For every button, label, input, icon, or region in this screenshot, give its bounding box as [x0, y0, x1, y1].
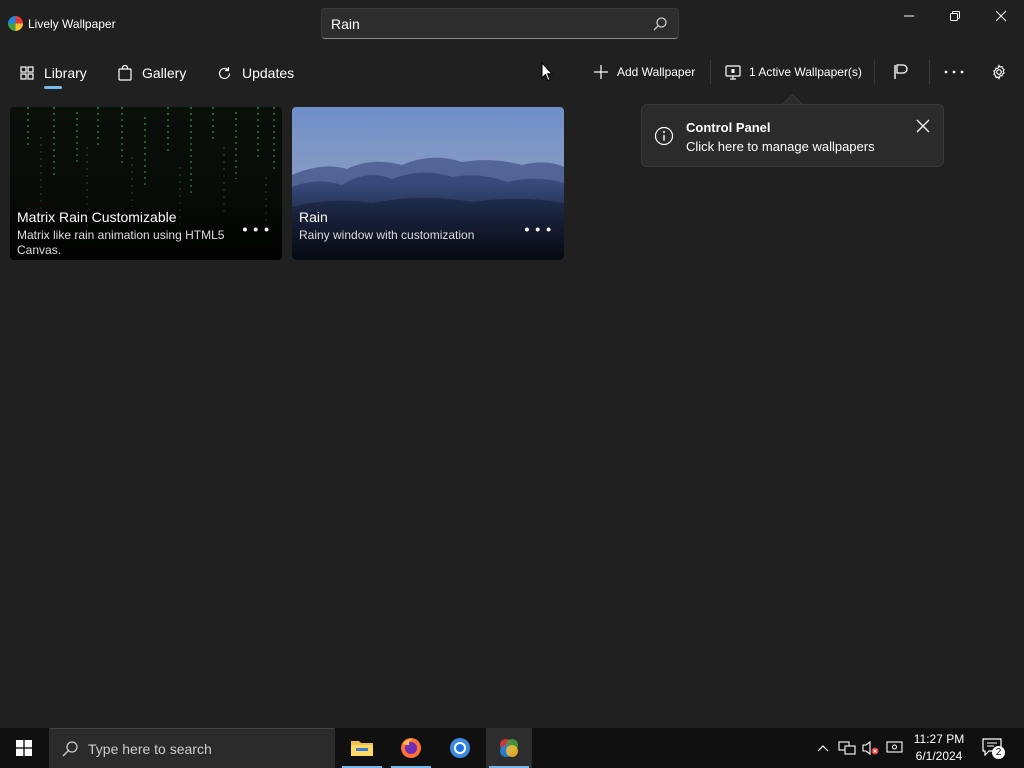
taskbar-firefox[interactable] — [388, 728, 434, 768]
start-button[interactable] — [0, 728, 48, 768]
minimize-button[interactable] — [886, 0, 932, 32]
mouse-cursor-icon — [541, 62, 553, 82]
tab-gallery[interactable]: Gallery — [118, 50, 186, 96]
more-horizontal-icon — [944, 70, 964, 74]
title-bar: Lively Wallpaper — [0, 0, 1024, 48]
restore-button[interactable] — [932, 0, 978, 32]
wallpaper-card-rain[interactable]: Rain Rainy window with customization • •… — [292, 107, 564, 260]
folder-icon — [351, 741, 373, 756]
add-wallpaper-button[interactable]: Add Wallpaper — [593, 50, 695, 94]
active-wallpapers-label: 1 Active Wallpaper(s) — [749, 65, 862, 79]
volume-muted-icon[interactable] — [861, 740, 879, 756]
card-title: Matrix Rain Customizable — [17, 209, 177, 225]
monitor-icon — [725, 64, 741, 80]
wallpaper-card-matrix[interactable]: Matrix Rain Customizable Matrix like rai… — [10, 107, 282, 260]
active-wallpapers-button[interactable]: 1 Active Wallpaper(s) — [725, 50, 862, 94]
firefox-icon — [401, 738, 421, 758]
network-icon[interactable] — [838, 740, 856, 756]
plus-icon — [594, 65, 608, 79]
tab-library[interactable]: Library — [20, 50, 87, 96]
card-more-icon[interactable]: • • • — [525, 221, 552, 237]
search-box[interactable] — [321, 8, 679, 39]
lively-logo-icon — [500, 739, 518, 757]
card-description: Matrix like rain animation using HTML5 C… — [17, 228, 225, 257]
more-options-button[interactable] — [943, 50, 973, 94]
tab-updates-label: Updates — [242, 65, 295, 81]
gear-icon — [993, 64, 1005, 80]
chrome-icon — [450, 738, 470, 758]
selected-tab-indicator — [44, 86, 62, 89]
shopping-bag-icon — [118, 65, 132, 81]
command-separator — [929, 60, 930, 84]
action-center-button[interactable]: 2 — [980, 736, 1006, 762]
add-wallpaper-label: Add Wallpaper — [617, 65, 696, 79]
customize-button[interactable] — [892, 50, 918, 94]
settings-button[interactable] — [991, 50, 1015, 94]
taskbar-search-box[interactable]: Type here to search — [49, 728, 335, 768]
info-icon — [654, 126, 674, 146]
close-icon[interactable] — [915, 118, 931, 134]
command-separator — [874, 60, 875, 84]
close-window-button[interactable] — [978, 0, 1024, 32]
command-separator — [710, 60, 711, 84]
control-panel-tip[interactable]: Control Panel Click here to manage wallp… — [641, 104, 944, 167]
taskbar-clock[interactable]: 11:27 PM 6/1/2024 — [906, 731, 972, 765]
chevron-up-icon[interactable] — [817, 744, 829, 752]
refresh-icon — [218, 66, 231, 79]
taskbar-lively-wallpaper[interactable] — [486, 728, 532, 768]
clock-time: 11:27 PM — [913, 732, 965, 746]
close-icon — [995, 10, 1007, 22]
search-input[interactable] — [331, 16, 631, 32]
minimize-icon — [904, 15, 914, 17]
taskbar-chrome[interactable] — [437, 728, 483, 768]
search-icon — [62, 741, 78, 757]
taskbar: Type here to search 11:27 PM 6/1/2024 2 — [0, 728, 1024, 768]
tab-library-label: Library — [44, 65, 87, 81]
card-more-icon[interactable]: • • • — [243, 221, 270, 237]
restore-icon — [950, 11, 960, 21]
card-title: Rain — [299, 209, 328, 225]
windows-logo-icon — [16, 740, 32, 756]
card-description: Rainy window with customization — [299, 228, 475, 242]
taskbar-file-explorer[interactable] — [339, 728, 385, 768]
notification-count-badge: 2 — [992, 746, 1005, 759]
navigation-bar: Library Gallery Updates — [0, 50, 1024, 96]
paint-brush-icon — [894, 64, 908, 79]
app-title: Lively Wallpaper — [28, 17, 116, 31]
taskbar-search-placeholder: Type here to search — [88, 741, 212, 757]
tip-subtitle: Click here to manage wallpapers — [686, 139, 875, 154]
search-icon[interactable] — [652, 16, 668, 32]
tab-updates[interactable]: Updates — [217, 50, 294, 96]
display-settings-icon[interactable] — [886, 740, 904, 756]
tab-gallery-label: Gallery — [142, 65, 187, 81]
clock-date: 6/1/2024 — [915, 749, 963, 763]
grid-icon — [20, 66, 34, 80]
tip-title: Control Panel — [686, 120, 771, 135]
lively-logo-icon — [8, 16, 23, 31]
